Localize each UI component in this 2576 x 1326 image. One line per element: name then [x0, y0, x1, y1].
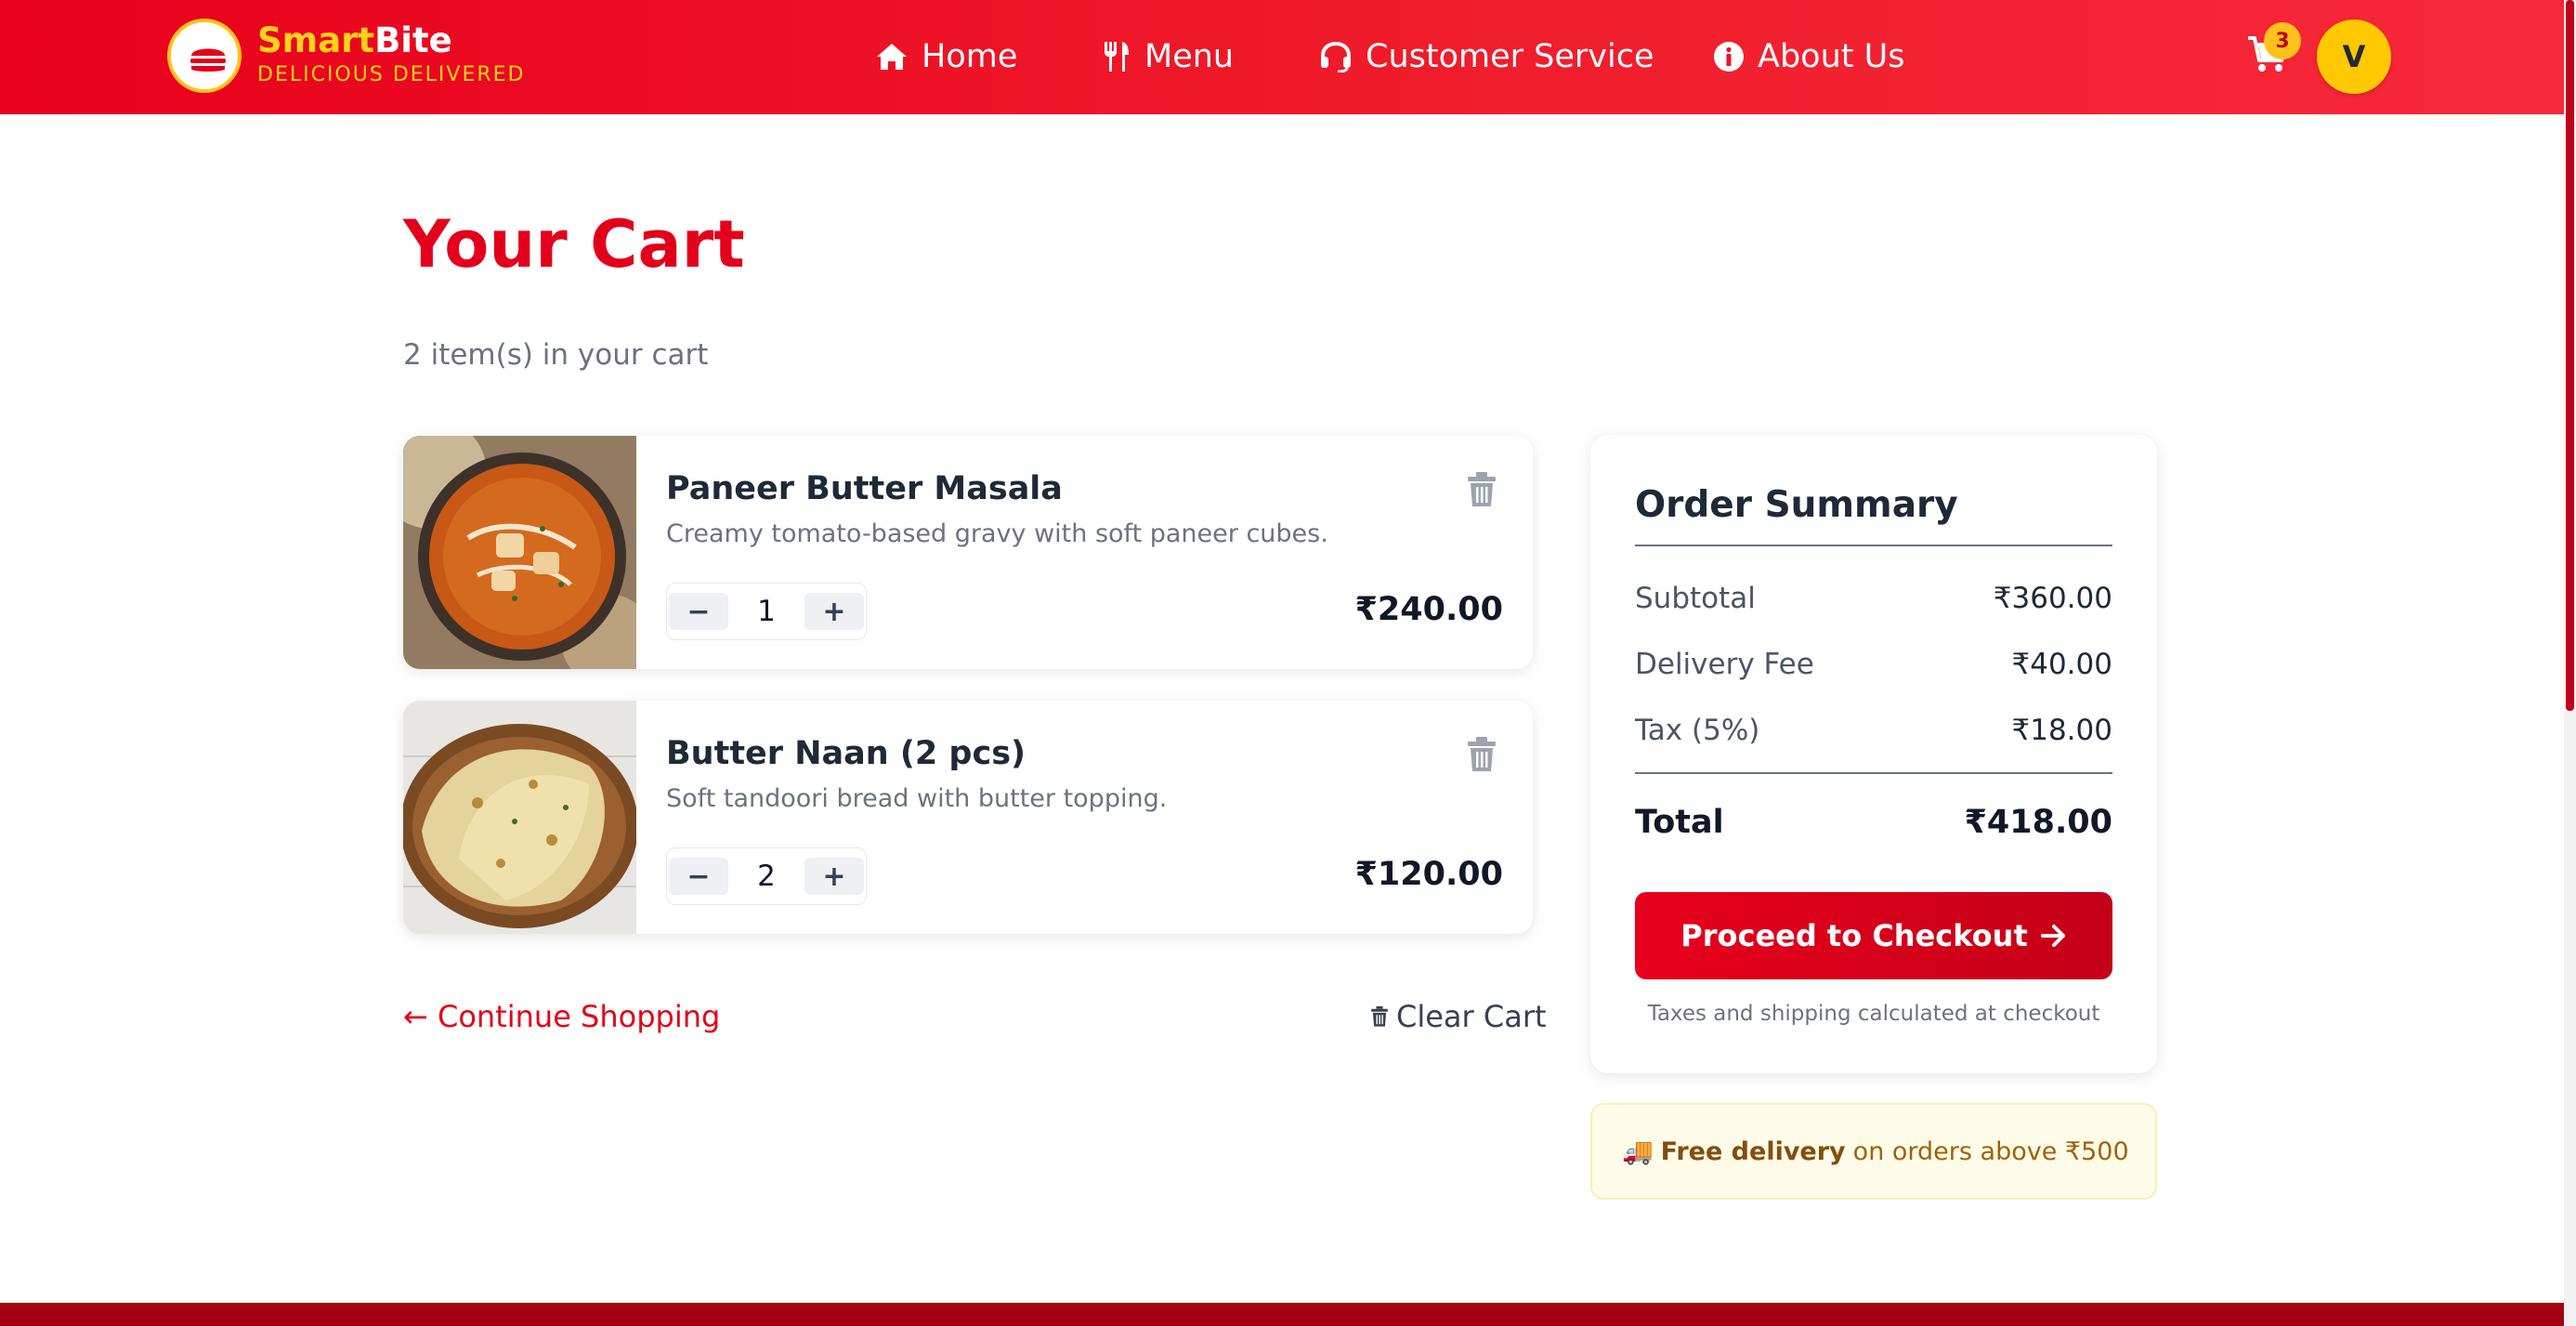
cart-item: Paneer Butter Masala Creamy tomato-based… — [403, 436, 1533, 669]
remove-item-button[interactable] — [1466, 736, 1497, 773]
free-delivery-banner: 🚚 Free delivery on orders above ₹500 — [1590, 1103, 2157, 1200]
butter-naan-image — [403, 701, 636, 934]
item-description: Soft tandoori bread with butter topping. — [666, 784, 1168, 813]
brand-name[interactable]: SmartBite — [257, 23, 452, 58]
total-value: ₹418.00 — [1964, 804, 2112, 841]
arrow-right-icon — [2040, 925, 2065, 947]
free-delivery-bold: Free delivery — [1660, 1136, 1846, 1166]
cart-item-count: 2 item(s) in your cart — [403, 338, 709, 372]
trash-icon — [1468, 737, 1496, 771]
increase-quantity-button[interactable]: + — [804, 593, 864, 630]
quantity-value: 1 — [757, 595, 776, 628]
burger-icon — [190, 48, 226, 72]
subtotal-label: Subtotal — [1635, 582, 1756, 615]
nav-home-label: Home — [922, 38, 1018, 75]
delivery-fee-value: ₹40.00 — [2011, 648, 2112, 681]
brand-tagline: DELICIOUS DELIVERED — [257, 63, 526, 86]
nav-about-us-label: About Us — [1758, 38, 1905, 75]
page-title: Your Cart — [403, 206, 745, 282]
footer — [0, 1303, 2564, 1326]
tax-value: ₹18.00 — [2011, 714, 2112, 747]
item-name: Butter Naan (2 pcs) — [666, 735, 1026, 772]
paneer-butter-masala-image — [403, 436, 636, 669]
checkout-label: Proceed to Checkout — [1680, 918, 2028, 953]
total-label: Total — [1635, 804, 1724, 841]
nav-home[interactable]: Home — [875, 33, 1017, 80]
logo[interactable] — [167, 19, 242, 93]
delivery-fee-row: Delivery Fee ₹40.00 — [1635, 650, 2112, 679]
proceed-to-checkout-button[interactable]: Proceed to Checkout — [1635, 892, 2112, 979]
divider — [1635, 772, 2112, 774]
decrease-quantity-button[interactable]: − — [669, 593, 728, 630]
item-description: Creamy tomato-based gravy with soft pane… — [666, 519, 1328, 548]
item-name: Paneer Butter Masala — [666, 470, 1063, 507]
brand-name-part2: Bite — [374, 20, 452, 60]
subtotal-value: ₹360.00 — [1993, 582, 2112, 615]
delivery-fee-label: Delivery Fee — [1635, 648, 1814, 681]
trash-icon — [1468, 472, 1496, 506]
checkout-note: Taxes and shipping calculated at checkou… — [1647, 1002, 2100, 1026]
order-summary-card: Order Summary Subtotal ₹360.00 Delivery … — [1590, 435, 2157, 1073]
free-delivery-text: on orders above ₹500 — [1852, 1136, 2129, 1166]
remove-item-button[interactable] — [1466, 471, 1497, 508]
subtotal-row: Subtotal ₹360.00 — [1635, 584, 2112, 613]
nav-menu-label: Menu — [1144, 38, 1235, 75]
nav-menu[interactable]: Menu — [1102, 33, 1234, 80]
increase-quantity-button[interactable]: + — [804, 858, 864, 895]
decrease-quantity-button[interactable]: − — [669, 858, 728, 895]
info-icon — [1714, 42, 1744, 72]
brand-name-part1: Smart — [257, 20, 375, 60]
quantity-stepper: − 1 + — [666, 583, 867, 640]
cart-item: Butter Naan (2 pcs) Soft tandoori bread … — [403, 701, 1533, 934]
headset-icon — [1321, 41, 1351, 72]
tax-row: Tax (5%) ₹18.00 — [1635, 716, 2112, 745]
nav-customer-service-label: Customer Service — [1366, 38, 1654, 75]
item-price: ₹120.00 — [1354, 856, 1503, 893]
cart-count-badge: 3 — [2264, 22, 2301, 59]
quantity-value: 2 — [757, 860, 776, 893]
order-summary-title: Order Summary — [1635, 484, 1958, 526]
utensils-icon — [1105, 42, 1129, 72]
home-icon — [877, 44, 907, 70]
clear-cart-label: Clear Cart — [1396, 999, 1547, 1034]
scrollbar-thumb[interactable] — [2566, 0, 2574, 711]
clear-cart-button[interactable]: Clear Cart — [1370, 1002, 1547, 1031]
user-avatar[interactable]: V — [2317, 20, 2391, 94]
divider — [1635, 545, 2112, 546]
truck-icon: 🚚 — [1622, 1137, 1654, 1166]
trash-icon — [1371, 1005, 1388, 1027]
nav-about-us[interactable]: About Us — [1713, 33, 1904, 80]
continue-shopping-link[interactable]: ← Continue Shopping — [403, 1002, 720, 1031]
total-row: Total ₹418.00 — [1635, 807, 2112, 839]
tax-label: Tax (5%) — [1635, 714, 1760, 747]
item-price: ₹240.00 — [1354, 591, 1503, 628]
quantity-stepper: − 2 + — [666, 847, 867, 905]
nav-customer-service[interactable]: Customer Service — [1319, 33, 1654, 80]
top-navbar: SmartBite DELICIOUS DELIVERED Home Menu … — [0, 0, 2564, 114]
